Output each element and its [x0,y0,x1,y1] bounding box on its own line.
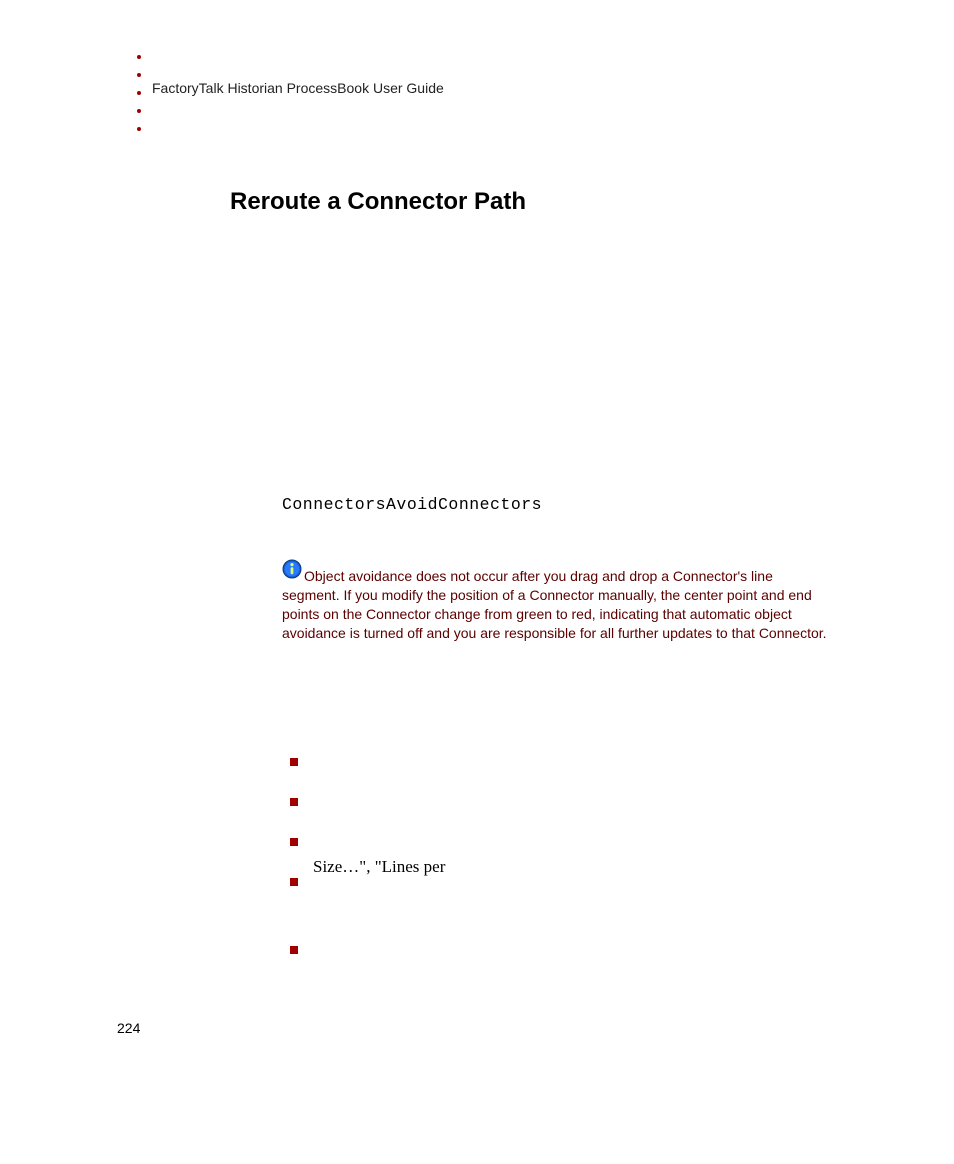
info-note-text: Object avoidance does not occur after yo… [282,568,827,641]
square-bullet [290,758,298,766]
info-icon [282,559,302,584]
margin-dot [137,127,141,131]
margin-dot [137,91,141,95]
info-note: Object avoidance does not occur after yo… [282,559,827,642]
section-heading: Reroute a Connector Path [230,188,526,216]
page-number: 224 [117,1020,140,1036]
bullet-list [290,758,298,986]
margin-dots [137,55,141,145]
square-bullet [290,946,298,954]
code-property: ConnectorsAvoidConnectors [282,495,542,514]
running-header: FactoryTalk Historian ProcessBook User G… [152,80,444,96]
square-bullet [290,798,298,806]
square-bullet [290,838,298,846]
fragment-text: Size…", "Lines per [313,857,445,877]
document-page: FactoryTalk Historian ProcessBook User G… [0,0,954,1164]
margin-dot [137,55,141,59]
square-bullet [290,878,298,886]
margin-dot [137,109,141,113]
margin-dot [137,73,141,77]
